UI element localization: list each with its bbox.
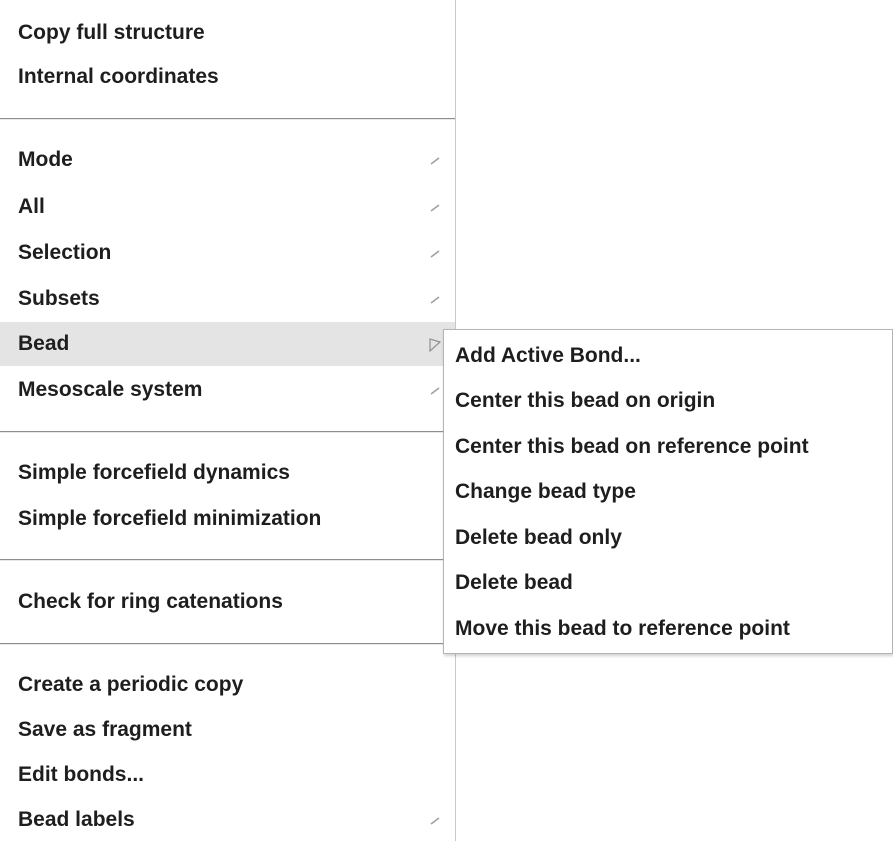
submenu-item-move-to-reference-point[interactable]: Move this bead to reference point [444,606,892,652]
menu-item-check-ring-catenations[interactable]: Check for ring catenations [0,580,455,624]
menu-item-label: Simple forcefield minimization [18,507,322,530]
menu-item-label: Delete bead [455,571,573,595]
submenu-item-delete-bead-only[interactable]: Delete bead only [444,515,892,561]
menu-item-label: Change bead type [455,480,636,504]
context-menu: Copy full structure Internal coordinates… [0,0,456,841]
submenu-arrow-icon [429,154,441,166]
menu-item-selection[interactable]: Selection [0,231,455,275]
menu-item-label: Subsets [18,287,100,310]
menu-item-simple-forcefield-minimization[interactable]: Simple forcefield minimization [0,497,455,541]
menu-item-label: Move this bead to reference point [455,616,790,640]
menu-item-bead-labels[interactable]: Bead labels [0,798,455,842]
menu-item-label: Internal coordinates [18,65,219,88]
menu-item-all[interactable]: All [0,185,455,229]
menu-separator [0,643,455,645]
menu-item-save-as-fragment[interactable]: Save as fragment [0,708,455,752]
menu-separator [0,559,455,561]
menu-item-simple-forcefield-dynamics[interactable]: Simple forcefield dynamics [0,451,455,495]
submenu-item-center-on-reference-point[interactable]: Center this bead on reference point [444,424,892,470]
menu-item-label: Bead [18,332,70,355]
menu-item-label: Bead labels [18,808,135,831]
submenu-arrow-icon [429,247,441,259]
menu-item-label: All [18,195,45,218]
menu-item-label: Add Active Bond... [455,343,641,367]
menu-separator [0,118,455,120]
submenu-arrow-icon [429,201,441,213]
submenu-arrow-icon [429,338,441,352]
menu-item-label: Selection [18,241,112,264]
menu-item-label: Copy full structure [18,21,205,44]
menu-item-label: Simple forcefield dynamics [18,461,290,484]
submenu-item-center-on-origin[interactable]: Center this bead on origin [444,379,892,425]
menu-item-subsets[interactable]: Subsets [0,277,455,321]
menu-item-label: Edit bonds... [18,763,144,786]
submenu-item-change-bead-type[interactable]: Change bead type [444,470,892,516]
submenu-arrow-icon [429,384,441,396]
menu-item-label: Check for ring catenations [18,590,283,613]
menu-item-label: Save as fragment [18,718,192,741]
submenu-item-delete-bead[interactable]: Delete bead [444,561,892,607]
menu-item-label: Center this bead on origin [455,389,716,413]
menu-item-label: Delete bead only [455,525,622,549]
menu-item-internal-coordinates[interactable]: Internal coordinates [0,55,455,99]
submenu-arrow-icon [429,814,441,826]
menu-item-label: Mesoscale system [18,378,203,401]
menu-item-label: Center this bead on reference point [455,434,809,458]
menu-item-create-periodic-copy[interactable]: Create a periodic copy [0,663,455,707]
bead-submenu: Add Active Bond... Center this bead on o… [443,329,893,654]
menu-item-mode[interactable]: Mode [0,138,455,182]
menu-item-mesoscale-system[interactable]: Mesoscale system [0,368,455,412]
submenu-item-add-active-bond[interactable]: Add Active Bond... [444,333,892,379]
submenu-arrow-icon [429,293,441,305]
menu-item-label: Mode [18,148,73,171]
menu-separator [0,431,455,433]
menu-item-copy-full-structure[interactable]: Copy full structure [0,11,455,55]
menu-item-bead[interactable]: Bead [0,322,455,366]
menu-item-edit-bonds[interactable]: Edit bonds... [0,753,455,797]
menu-item-label: Create a periodic copy [18,673,244,696]
